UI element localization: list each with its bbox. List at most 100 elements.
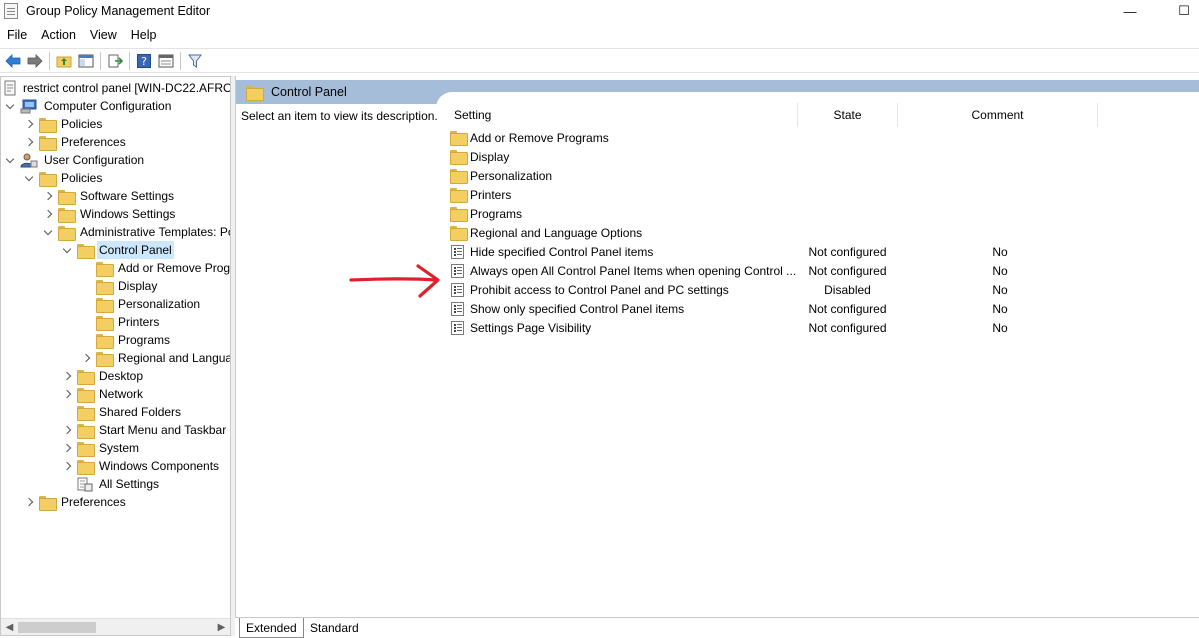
list-item-folder[interactable]: Printers <box>450 185 1190 204</box>
tree-item-cc-policies[interactable]: Policies <box>23 115 104 133</box>
collapse-chevron[interactable] <box>42 223 54 241</box>
tree-item-computer-configuration[interactable]: Computer Configuration <box>4 97 173 115</box>
menu-file[interactable]: File <box>0 25 34 45</box>
tree-item-start-menu-taskbar[interactable]: Start Menu and Taskbar <box>61 421 228 439</box>
expand-chevron[interactable] <box>61 385 73 403</box>
show-hide-console-tree-button[interactable] <box>75 50 97 72</box>
tree-item-windows-settings[interactable]: Windows Settings <box>42 205 177 223</box>
tree-item-printers[interactable]: Printers <box>96 313 161 331</box>
folder-icon <box>450 188 468 203</box>
tree-item-root[interactable]: restrict control panel [WIN-DC22.AFRO <box>3 79 230 97</box>
forward-button[interactable] <box>24 50 46 72</box>
policy-row[interactable]: Show only specified Control Panel items … <box>450 299 1190 318</box>
filter-button[interactable] <box>184 50 206 72</box>
list-item-folder[interactable]: Programs <box>450 204 1190 223</box>
expand-chevron[interactable] <box>42 187 54 205</box>
list-item-folder[interactable]: Display <box>450 147 1190 166</box>
tree-item-windows-components[interactable]: Windows Components <box>61 457 221 475</box>
chevron-down-icon <box>62 244 72 253</box>
tree-item-display[interactable]: Display <box>96 277 159 295</box>
minimize-button[interactable]: — <box>1107 0 1153 22</box>
up-one-level-button[interactable] <box>53 50 75 72</box>
menu-view[interactable]: View <box>83 25 124 45</box>
scrollbar-thumb[interactable] <box>18 622 96 633</box>
policy-row[interactable]: Prohibit access to Control Panel and PC … <box>450 280 1190 299</box>
collapse-chevron[interactable] <box>23 169 35 187</box>
tree-label: Preferences <box>61 135 126 149</box>
policy-comment: No <box>992 263 1008 278</box>
collapse-chevron[interactable] <box>4 151 16 169</box>
tree-item-uc-preferences[interactable]: Preferences <box>23 493 128 511</box>
collapse-chevron[interactable] <box>4 97 16 115</box>
tree-item-network[interactable]: Network <box>61 385 145 403</box>
back-button[interactable] <box>2 50 24 72</box>
folder-icon <box>96 261 114 277</box>
column-header-state[interactable]: State <box>798 103 898 127</box>
folder-icon <box>39 135 57 151</box>
tree-label: User Configuration <box>44 153 145 167</box>
expand-chevron[interactable] <box>42 205 54 223</box>
tree-item-system[interactable]: System <box>61 439 141 457</box>
tree-label: Policies <box>61 171 103 185</box>
tree-item-programs[interactable]: Programs <box>96 331 172 349</box>
list-item-folder[interactable]: Personalization <box>450 166 1190 185</box>
tree-item-control-panel[interactable]: Control Panel <box>61 241 174 259</box>
chevron-down-icon <box>24 172 34 181</box>
scroll-left-arrow-icon[interactable]: ◀ <box>1 619 18 635</box>
toolbar-separator <box>129 51 130 70</box>
list-item-folder[interactable]: Regional and Language Options <box>450 223 1190 242</box>
chevron-right-icon <box>62 425 72 435</box>
column-headers: Setting State Comment <box>448 103 1199 127</box>
expand-chevron[interactable] <box>23 133 35 151</box>
help-button[interactable]: ? <box>133 50 155 72</box>
tree-item-add-remove-programs[interactable]: Add or Remove Prog <box>96 259 230 277</box>
gpo-scroll-icon <box>4 80 16 96</box>
all-settings-icon <box>77 477 93 491</box>
tree-label: Computer Configuration <box>44 99 172 113</box>
column-header-setting[interactable]: Setting <box>448 103 798 127</box>
toolbar-separator <box>49 51 50 70</box>
expand-chevron[interactable] <box>61 439 73 457</box>
maximize-button[interactable]: ☐ <box>1161 0 1199 22</box>
tree-label: Control Panel <box>97 241 174 259</box>
folder-icon <box>77 423 95 439</box>
expand-chevron[interactable] <box>80 349 92 367</box>
expand-chevron[interactable] <box>23 493 35 511</box>
tab-extended[interactable]: Extended <box>239 618 303 638</box>
setting-name: Add or Remove Programs <box>470 130 609 145</box>
expand-chevron[interactable] <box>61 457 73 475</box>
tree-label: Preferences <box>61 495 126 509</box>
tree-item-cc-preferences[interactable]: Preferences <box>23 133 128 151</box>
column-header-comment[interactable]: Comment <box>898 103 1098 127</box>
folder-icon <box>450 131 468 146</box>
policy-row[interactable]: Hide specified Control Panel items Not c… <box>450 242 1190 261</box>
tree-item-all-settings[interactable]: All Settings <box>77 475 161 493</box>
tree-label: Policies <box>61 117 103 131</box>
menu-action[interactable]: Action <box>34 25 83 45</box>
properties-button[interactable] <box>155 50 177 72</box>
tree-label: Shared Folders <box>99 405 182 419</box>
tree-item-administrative-templates[interactable]: Administrative Templates: Po <box>42 223 230 241</box>
tree-item-user-configuration[interactable]: User Configuration <box>4 151 146 169</box>
console-tree[interactable]: restrict control panel [WIN-DC22.AFRO Co… <box>0 76 231 636</box>
folder-icon <box>77 243 95 259</box>
expand-chevron[interactable] <box>61 421 73 439</box>
tab-standard[interactable]: Standard <box>303 618 365 638</box>
collapse-chevron[interactable] <box>61 241 73 259</box>
expand-chevron[interactable] <box>23 115 35 133</box>
chevron-right-icon <box>24 119 34 129</box>
tree-item-uc-policies[interactable]: Policies <box>23 169 104 187</box>
list-item-folder[interactable]: Add or Remove Programs <box>450 128 1190 147</box>
tree-item-desktop[interactable]: Desktop <box>61 367 145 385</box>
tree-horizontal-scrollbar[interactable]: ◀ ▶ <box>1 618 230 635</box>
policy-row[interactable]: Settings Page Visibility Not configured … <box>450 318 1190 337</box>
tree-item-shared-folders[interactable]: Shared Folders <box>77 403 183 421</box>
policy-row[interactable]: Always open All Control Panel Items when… <box>450 261 1190 280</box>
tree-item-personalization[interactable]: Personalization <box>96 295 202 313</box>
tree-item-software-settings[interactable]: Software Settings <box>42 187 176 205</box>
menu-help[interactable]: Help <box>124 25 164 45</box>
export-list-button[interactable] <box>104 50 126 72</box>
scroll-right-arrow-icon[interactable]: ▶ <box>213 619 230 635</box>
tree-item-regional-language[interactable]: Regional and Langua <box>80 349 230 367</box>
expand-chevron[interactable] <box>61 367 73 385</box>
